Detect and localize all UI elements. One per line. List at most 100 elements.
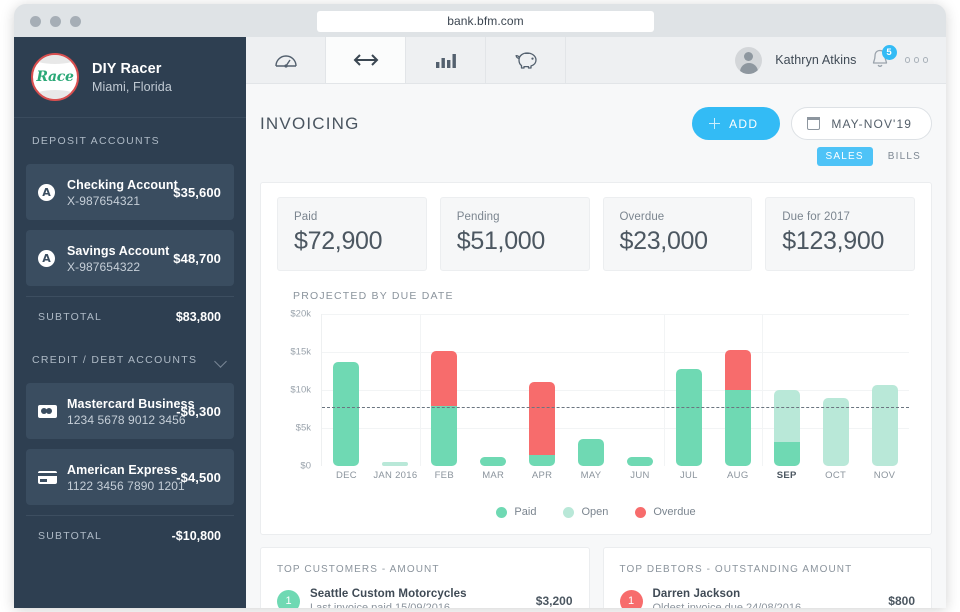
kpi-label: Paid	[294, 211, 410, 223]
legend-swatch	[496, 507, 507, 518]
chart-bar[interactable]	[480, 314, 506, 466]
credit-accounts-header[interactable]: CREDIT / DEBT ACCOUNTS	[14, 337, 246, 383]
account-item-mastercard[interactable]: Mastercard Business 1234 5678 9012 3456 …	[26, 383, 234, 439]
maximize-window-button[interactable]	[70, 16, 81, 27]
dot	[914, 57, 920, 63]
url-bar[interactable]: bank.bfm.com	[317, 11, 654, 32]
invoice-type-toggle: SALES BILLS	[260, 142, 932, 170]
minimize-window-button[interactable]	[50, 16, 61, 27]
chart-bar[interactable]	[676, 314, 702, 466]
grid-line-vertical	[762, 314, 763, 466]
amex-card-icon	[38, 471, 60, 484]
account-balance: $35,600	[173, 185, 221, 200]
page-header: INVOICING ADD MAY-NOV'19	[260, 84, 932, 142]
kpi-value: $23,000	[620, 227, 736, 256]
kpi-label: Overdue	[620, 211, 736, 223]
list-item[interactable]: 1 Darren Jackson Oldest invoice due 24/0…	[620, 588, 916, 608]
tab-sales[interactable]: SALES	[817, 147, 873, 166]
add-button[interactable]: ADD	[692, 107, 780, 140]
browser-window: bank.bfm.com Race DIY Racer Miami, Flori…	[14, 4, 946, 608]
tab-transfers[interactable]	[326, 37, 406, 83]
chart-bar[interactable]	[578, 314, 604, 466]
debtor-subtitle: Oldest invoice due 24/08/2016	[653, 602, 889, 608]
kpi-label: Pending	[457, 211, 573, 223]
rank-badge: 1	[620, 590, 643, 609]
tab-savings[interactable]	[486, 37, 566, 83]
account-number: X-987654321	[67, 194, 169, 208]
kpi-value: $51,000	[457, 227, 573, 256]
dot	[905, 57, 911, 63]
kpi-card-due: Due for 2017 $123,900	[765, 197, 915, 271]
chart-bar[interactable]	[627, 314, 653, 466]
chevron-down-icon[interactable]	[215, 357, 228, 364]
chart-bar[interactable]	[725, 314, 751, 466]
top-navigation: Kathryn Atkins 5	[246, 37, 946, 84]
piggy-bank-icon	[513, 50, 539, 70]
chart-bar[interactable]	[431, 314, 457, 466]
avatar[interactable]	[735, 47, 762, 74]
date-range-label: MAY-NOV'19	[831, 117, 912, 131]
deposit-accounts-label: DEPOSIT ACCOUNTS	[32, 135, 160, 147]
more-options-button[interactable]	[905, 57, 929, 63]
legend-swatch	[635, 507, 646, 518]
tab-reports[interactable]	[406, 37, 486, 83]
panel-title: TOP CUSTOMERS - AMOUNT	[277, 564, 573, 575]
chart-bar[interactable]	[382, 314, 408, 466]
debtor-name: Darren Jackson	[653, 588, 889, 600]
kpi-card-overdue: Overdue $23,000	[603, 197, 753, 271]
chart-bar[interactable]	[333, 314, 359, 466]
chart-bar[interactable]	[823, 314, 849, 466]
bar-segment-paid	[676, 369, 702, 466]
close-window-button[interactable]	[30, 16, 41, 27]
panel-title: TOP DEBTORS - OUTSTANDING AMOUNT	[620, 564, 916, 575]
account-item-savings[interactable]: A Savings Account X-987654322 $48,700	[26, 230, 234, 286]
y-axis-tick-label: $0	[277, 461, 311, 472]
chart-plot-area: DECJAN 2016FEBMARAPRMAYJUNJULAUGSEPOCTNO…	[321, 314, 909, 466]
chart-bar[interactable]	[872, 314, 898, 466]
account-name: Checking Account	[67, 177, 169, 193]
chart-bar[interactable]	[529, 314, 555, 466]
browser-titlebar: bank.bfm.com	[14, 4, 946, 37]
tab-dashboard[interactable]	[246, 37, 326, 83]
top-debtors-panel: TOP DEBTORS - OUTSTANDING AMOUNT 1 Darre…	[603, 547, 933, 608]
transfer-arrows-icon	[352, 52, 380, 68]
bar-segment-overdue	[529, 382, 555, 454]
calendar-icon	[807, 117, 820, 130]
account-item-amex[interactable]: American Express 1122 3456 7890 1201 -$4…	[26, 449, 234, 505]
chart-legend: Paid Open Overdue	[277, 506, 915, 522]
account-number: X-987654322	[67, 260, 169, 274]
subtotal-amount: -$10,800	[172, 529, 221, 543]
legend-item-paid: Paid	[496, 506, 536, 518]
account-item-checking[interactable]: A Checking Account X-987654321 $35,600	[26, 164, 234, 220]
account-balance: -$4,500	[176, 470, 221, 485]
account-number: 1122 3456 7890 1201	[67, 479, 172, 493]
date-range-button[interactable]: MAY-NOV'19	[791, 107, 932, 140]
account-balance: $48,700	[173, 251, 221, 266]
kpi-value: $123,900	[782, 227, 898, 256]
top-customers-panel: TOP CUSTOMERS - AMOUNT 1 Seattle Custom …	[260, 547, 590, 608]
window-controls[interactable]	[30, 16, 81, 27]
invoicing-chart-panel: Paid $72,900 Pending $51,000 Overdue $23…	[260, 182, 932, 535]
kpi-card-pending: Pending $51,000	[440, 197, 590, 271]
account-balance: -$6,300	[176, 404, 221, 419]
notifications-button[interactable]: 5	[870, 48, 892, 72]
bar-segment-paid	[333, 362, 359, 466]
credit-subtotal-row: SUBTOTAL -$10,800	[26, 515, 234, 556]
customer-amount: $3,200	[536, 594, 573, 608]
company-logo: Race	[31, 53, 79, 101]
bar-segment-open	[382, 462, 408, 466]
legend-label: Paid	[514, 506, 536, 518]
kpi-cards: Paid $72,900 Pending $51,000 Overdue $23…	[277, 197, 915, 271]
bar-chart-icon	[435, 51, 457, 69]
legend-label: Open	[581, 506, 608, 518]
bar-segment-paid	[529, 455, 555, 466]
chart-bar[interactable]	[774, 314, 800, 466]
bottom-panels: TOP CUSTOMERS - AMOUNT 1 Seattle Custom …	[260, 547, 932, 608]
subtotal-label: SUBTOTAL	[38, 530, 102, 542]
list-item[interactable]: 1 Seattle Custom Motorcycles Last invoic…	[277, 588, 573, 608]
grid-line-vertical	[420, 314, 421, 466]
page-title: INVOICING	[260, 114, 360, 134]
add-button-label: ADD	[729, 117, 758, 131]
tab-bills[interactable]: BILLS	[879, 147, 930, 166]
user-area: Kathryn Atkins 5	[735, 37, 946, 83]
